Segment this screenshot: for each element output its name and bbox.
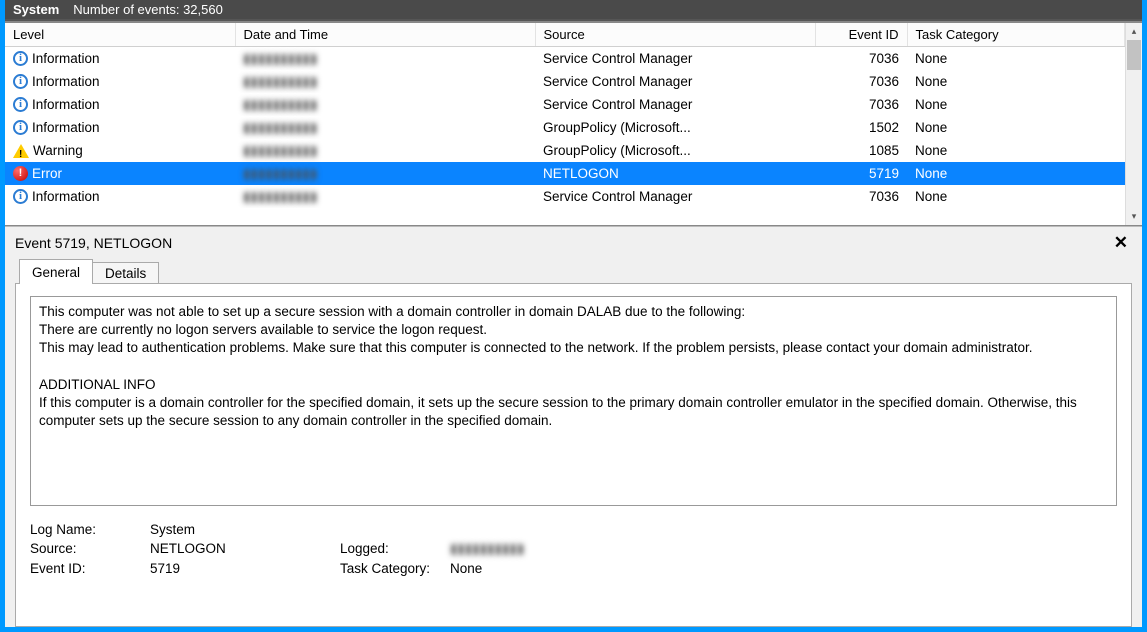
- tab-details[interactable]: Details: [92, 262, 159, 284]
- warning-icon: [13, 144, 29, 158]
- event-viewer-window: System Number of events: 32,560 Level Da…: [5, 0, 1142, 627]
- title-bar: System Number of events: 32,560: [5, 0, 1142, 21]
- col-datetime[interactable]: Date and Time: [235, 23, 535, 47]
- source-value: Service Control Manager: [535, 93, 815, 116]
- event-list[interactable]: Level Date and Time Source Event ID Task…: [5, 23, 1125, 225]
- tab-general[interactable]: General: [19, 259, 93, 284]
- info-icon: [13, 74, 28, 89]
- logged-value: ▮▮▮▮▮▮▮▮▮▮: [450, 541, 524, 557]
- event-id-label: Event ID:: [30, 561, 150, 576]
- event-id-value: 7036: [815, 185, 907, 208]
- source-value: Service Control Manager: [535, 70, 815, 93]
- scroll-track[interactable]: [1126, 40, 1142, 208]
- event-id-value: 1502: [815, 116, 907, 139]
- scroll-thumb[interactable]: [1127, 40, 1141, 70]
- source-label: Source:: [30, 541, 150, 557]
- table-row[interactable]: Information ▮▮▮▮▮▮▮▮▮▮ Service Control Man…: [5, 70, 1125, 93]
- table-row[interactable]: Information ▮▮▮▮▮▮▮▮▮▮ Service Control Man…: [5, 185, 1125, 208]
- logged-label: Logged:: [340, 541, 450, 557]
- event-count: Number of events: 32,560: [73, 2, 223, 17]
- source-value: Service Control Manager: [535, 185, 815, 208]
- event-properties: Log Name: System Source: NETLOGON Logged…: [30, 522, 1117, 580]
- error-icon: [13, 166, 28, 181]
- table-row[interactable]: Information ▮▮▮▮▮▮▮▮▮▮ GroupPolicy (Micros…: [5, 116, 1125, 139]
- info-icon: [13, 189, 28, 204]
- table-header-row[interactable]: Level Date and Time Source Event ID Task…: [5, 23, 1125, 47]
- info-icon: [13, 51, 28, 66]
- scrollbar-vertical[interactable]: ▴ ▾: [1125, 23, 1142, 225]
- source-value: NETLOGON: [150, 541, 340, 557]
- info-icon: [13, 97, 28, 112]
- datetime-value: ▮▮▮▮▮▮▮▮▮▮: [243, 187, 317, 206]
- close-icon[interactable]: ✕: [1110, 233, 1132, 253]
- event-id-value: 5719: [150, 561, 340, 576]
- details-header: Event 5719, NETLOGON ✕: [15, 233, 1132, 259]
- details-title: Event 5719, NETLOGON: [15, 235, 1110, 251]
- task-category-value: None: [907, 139, 1125, 162]
- level-text: Information: [32, 187, 100, 206]
- source-value: GroupPolicy (Microsoft...: [535, 116, 815, 139]
- task-category-value: None: [907, 116, 1125, 139]
- datetime-value: ▮▮▮▮▮▮▮▮▮▮: [243, 95, 317, 114]
- datetime-value: ▮▮▮▮▮▮▮▮▮▮: [243, 141, 317, 160]
- details-pane: Event 5719, NETLOGON ✕ General Details T…: [5, 226, 1142, 627]
- table-row[interactable]: Information ▮▮▮▮▮▮▮▮▮▮ Service Control Man…: [5, 93, 1125, 116]
- datetime-value: ▮▮▮▮▮▮▮▮▮▮: [243, 49, 317, 68]
- level-text: Information: [32, 95, 100, 114]
- task-category-value: None: [450, 561, 482, 576]
- task-category-label: Task Category:: [340, 561, 450, 576]
- col-source[interactable]: Source: [535, 23, 815, 47]
- info-icon: [13, 120, 28, 135]
- level-text: Information: [32, 72, 100, 91]
- event-id-value: 7036: [815, 70, 907, 93]
- scroll-down-arrow-icon[interactable]: ▾: [1126, 208, 1142, 225]
- table-row[interactable]: Error ▮▮▮▮▮▮▮▮▮▮ NETLOGON5719None: [5, 162, 1125, 185]
- log-name-value: System: [150, 522, 340, 537]
- table-row[interactable]: Warning ▮▮▮▮▮▮▮▮▮▮ GroupPolicy (Microsoft.…: [5, 139, 1125, 162]
- table-row[interactable]: Information ▮▮▮▮▮▮▮▮▮▮ Service Control Man…: [5, 47, 1125, 71]
- task-category-value: None: [907, 70, 1125, 93]
- source-value: GroupPolicy (Microsoft...: [535, 139, 815, 162]
- datetime-value: ▮▮▮▮▮▮▮▮▮▮: [243, 118, 317, 137]
- col-task-category[interactable]: Task Category: [907, 23, 1125, 47]
- col-level[interactable]: Level: [5, 23, 235, 47]
- log-name-label: Log Name:: [30, 522, 150, 537]
- level-text: Warning: [33, 141, 83, 160]
- tab-pane-general: This computer was not able to set up a s…: [15, 283, 1132, 627]
- scroll-up-arrow-icon[interactable]: ▴: [1126, 23, 1142, 40]
- task-category-value: None: [907, 162, 1125, 185]
- source-value: Service Control Manager: [535, 47, 815, 71]
- level-text: Information: [32, 118, 100, 137]
- level-text: Error: [32, 164, 62, 183]
- event-id-value: 7036: [815, 93, 907, 116]
- level-text: Information: [32, 49, 100, 68]
- event-description[interactable]: This computer was not able to set up a s…: [30, 296, 1117, 506]
- log-name: System: [13, 2, 59, 17]
- event-id-value: 5719: [815, 162, 907, 185]
- source-value: NETLOGON: [535, 162, 815, 185]
- task-category-value: None: [907, 93, 1125, 116]
- task-category-value: None: [907, 185, 1125, 208]
- task-category-value: None: [907, 47, 1125, 71]
- tab-bar: General Details: [15, 259, 1132, 284]
- event-list-container: Level Date and Time Source Event ID Task…: [5, 21, 1142, 226]
- event-id-value: 1085: [815, 139, 907, 162]
- event-id-value: 7036: [815, 47, 907, 71]
- datetime-value: ▮▮▮▮▮▮▮▮▮▮: [243, 164, 317, 183]
- col-event-id[interactable]: Event ID: [815, 23, 907, 47]
- datetime-value: ▮▮▮▮▮▮▮▮▮▮: [243, 72, 317, 91]
